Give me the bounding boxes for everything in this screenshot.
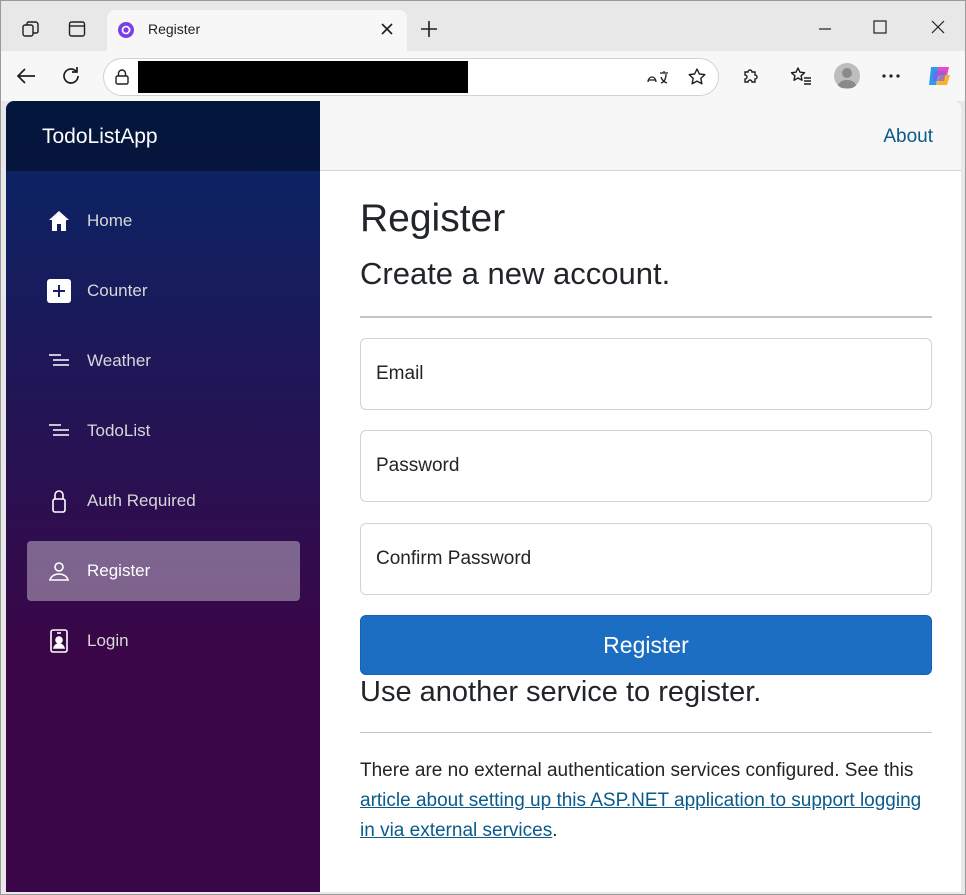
divider: [360, 316, 932, 318]
brand-link[interactable]: TodoListApp: [42, 125, 158, 149]
blazor-icon: [116, 20, 136, 40]
nav-label-weather: Weather: [87, 351, 151, 370]
person-badge-icon: [47, 629, 71, 653]
browser-window: Register TodoListApp Home Counter Weathe…: [0, 0, 966, 895]
new-tab-icon[interactable]: [417, 17, 441, 41]
top-row: About: [320, 101, 961, 171]
house-icon: [47, 209, 71, 233]
confirm-password-field: [360, 523, 932, 595]
divider: [360, 732, 932, 733]
nav-label-todolist: TodoList: [87, 421, 151, 440]
active-tab[interactable]: Register: [107, 10, 407, 51]
favorites-icon[interactable]: [789, 64, 813, 88]
list-icon: [47, 349, 71, 373]
nav-item-weather[interactable]: Weather: [27, 331, 300, 391]
maximize-icon[interactable]: [868, 15, 892, 39]
address-bar[interactable]: [103, 58, 719, 96]
external-login-heading: Use another service to register.: [360, 676, 762, 708]
page-viewport: TodoListApp Home Counter Weather TodoLis…: [6, 101, 961, 892]
list-icon: [47, 419, 71, 443]
brand-bar: TodoListApp: [6, 101, 320, 171]
puzzle-icon[interactable]: [739, 64, 763, 88]
nav-item-home[interactable]: Home: [27, 191, 300, 251]
nav-label-login: Login: [87, 631, 129, 650]
url-redacted: [138, 61, 468, 93]
plus-square-icon: [47, 279, 71, 303]
more-icon[interactable]: [879, 64, 903, 88]
email-input[interactable]: [361, 339, 931, 409]
note-text: There are no external authentication ser…: [360, 760, 914, 781]
nav-item-auth-required[interactable]: Auth Required: [27, 471, 300, 531]
tab-strip: Register: [1, 1, 965, 51]
translate-icon[interactable]: [646, 66, 670, 88]
vertical-tabs-icon[interactable]: [65, 17, 89, 41]
nav-label-auth-required: Auth Required: [87, 491, 196, 510]
person-icon: [47, 559, 71, 583]
star-icon[interactable]: [686, 66, 708, 88]
close-tab-icon[interactable]: [377, 19, 397, 39]
workspaces-icon[interactable]: [19, 17, 43, 41]
profile-avatar[interactable]: [834, 63, 860, 89]
lock-icon[interactable]: [112, 67, 132, 87]
password-field: [360, 430, 932, 502]
nav-item-login[interactable]: Login: [27, 611, 300, 671]
page-title: Register: [360, 197, 506, 240]
lock-icon: [47, 489, 71, 513]
external-auth-article-link[interactable]: article about setting up this ASP.NET ap…: [360, 790, 921, 841]
refresh-icon[interactable]: [59, 64, 83, 88]
nav-item-counter[interactable]: Counter: [27, 261, 300, 321]
about-link[interactable]: About: [883, 126, 933, 148]
nav-item-todolist[interactable]: TodoList: [27, 401, 300, 461]
nav-label-register: Register: [87, 561, 151, 580]
sidebar: TodoListApp Home Counter Weather TodoLis…: [6, 101, 320, 892]
close-window-icon[interactable]: [926, 15, 950, 39]
nav-item-register[interactable]: Register: [27, 541, 300, 601]
note-text-end: .: [552, 820, 558, 841]
nav-label-home: Home: [87, 211, 133, 230]
page-subtitle: Create a new account.: [360, 256, 671, 291]
nav-label-counter: Counter: [87, 281, 148, 300]
back-arrow-icon[interactable]: [14, 64, 38, 88]
tab-title: Register: [148, 21, 201, 37]
register-button[interactable]: Register: [360, 615, 932, 675]
external-login-note: There are no external authentication ser…: [360, 756, 932, 846]
password-input[interactable]: [361, 431, 931, 501]
confirm-password-input[interactable]: [361, 524, 931, 594]
minimize-icon[interactable]: [813, 17, 837, 41]
copilot-icon[interactable]: [925, 62, 953, 90]
browser-toolbar: [1, 51, 965, 101]
email-field: [360, 338, 932, 410]
